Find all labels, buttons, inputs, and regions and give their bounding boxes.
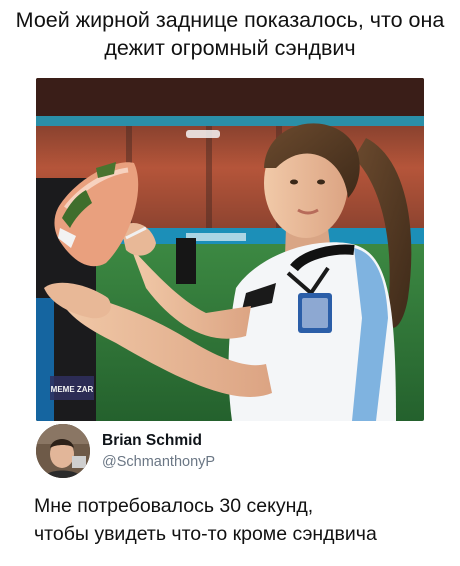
tweet-text-line-2: чтобы увидеть что-то кроме сэндвича	[34, 523, 377, 545]
tweet-text-line-1: Мне потребовалось 30 секунд,	[34, 495, 314, 517]
tweet-text: Мне потребовалось 30 секунд, чтобы увиде…	[34, 492, 454, 548]
avatar[interactable]	[36, 424, 90, 478]
author-name[interactable]: Brian Schmid	[102, 432, 202, 450]
avatar-image	[36, 424, 90, 478]
meme-card: Моей жирной заднице показалось, что она …	[0, 0, 460, 566]
top-caption: Моей жирной заднице показалось, что она …	[15, 8, 445, 60]
player-photo-illustration: MEME ZAR	[36, 78, 424, 421]
tweet-header: Brian Schmid @SchmanthonyP	[36, 424, 424, 480]
watermark-text: MEME ZAR	[51, 385, 94, 394]
meme-photo: MEME ZAR	[36, 78, 424, 421]
author-handle[interactable]: @SchmanthonyP	[102, 454, 215, 470]
